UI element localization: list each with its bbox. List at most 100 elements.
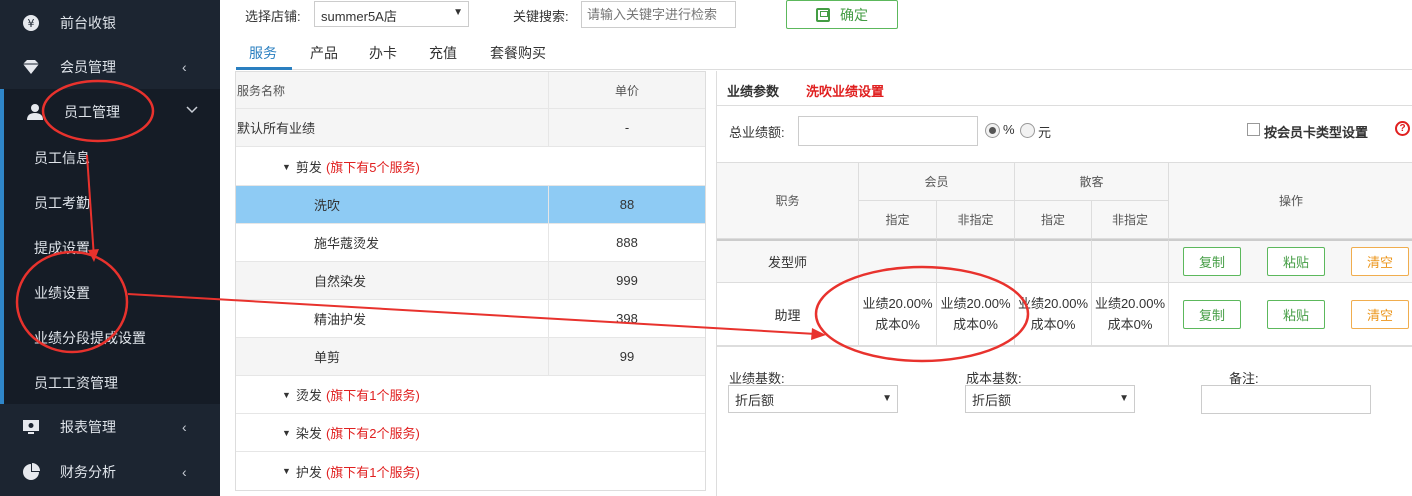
diamond-icon [22,58,40,76]
paste-button[interactable]: 粘贴 [1267,300,1325,329]
row-name: 单剪 [236,338,549,375]
group-name: 染发 [295,426,322,441]
cell-empty[interactable] [1015,239,1092,283]
tab-package[interactable]: 套餐购买 [490,43,546,63]
row-price: 99 [619,349,635,364]
by-card-checkbox[interactable] [1247,123,1260,136]
table-row[interactable]: 自然染发 999 [236,262,705,300]
user-icon [26,103,44,121]
perf-cell[interactable]: 业绩20.00% 成本0% [1092,283,1169,346]
group-row-perm[interactable]: ▼ 烫发 (旗下有1个服务) [236,376,705,414]
table-header: 服务名称 单价 [236,72,705,109]
caret-down-icon: ▼ [282,389,291,400]
submenu-performance[interactable]: 业绩设置 [34,283,90,303]
tab-service[interactable]: 服务 [249,43,277,63]
service-table: 服务名称 单价 默认所有业绩 - ▼ 剪发 (旗下有5个服务) 洗吹 88 施华… [235,71,706,491]
paste-button[interactable]: 粘贴 [1267,247,1325,276]
search-label: 关键搜索: [513,9,569,24]
submenu-tiered-commission[interactable]: 业绩分段提成设置 [34,328,146,348]
table-row[interactable]: 精油护发 398 [236,300,705,338]
cost-base-value: 折后额 [972,393,1012,408]
cost-base-select[interactable]: 折后额 ▼ [965,385,1135,413]
yen-icon: ¥ [22,14,40,32]
clear-button[interactable]: 清空 [1351,300,1409,329]
header-guest-unassigned: 非指定 [1092,201,1169,239]
confirm-button[interactable]: 确定 [786,0,898,29]
perf-cell[interactable]: 业绩20.00% 成本0% [859,283,937,346]
header-ops: 操作 [1169,163,1412,239]
perf-cell[interactable]: 业绩20.00% 成本0% [937,283,1015,346]
tab-recharge[interactable]: 充值 [429,43,457,63]
table-row[interactable]: 洗吹 88 [236,186,705,224]
group-count: (旗下有2个服务) [325,426,420,441]
perf-value: 业绩20.00% [1094,296,1166,311]
sidebar-item-label: 财务分析 [60,463,116,480]
panel-title: 业绩参数 [727,84,780,99]
row-price: 999 [616,273,638,288]
tab-active-indicator [236,67,292,70]
group-count: (旗下有1个服务) [325,464,420,480]
copy-button[interactable]: 复制 [1183,247,1241,276]
total-input[interactable] [798,116,978,146]
role-stylist: 发型师 [717,239,859,283]
row-price: - [624,120,630,135]
cell-empty[interactable] [937,239,1015,283]
sidebar-item-label: 前台收银 [60,14,116,31]
perf-base-select[interactable]: 折后额 ▼ [728,385,898,413]
tab-product[interactable]: 产品 [310,43,338,63]
perf-base-value: 折后额 [735,393,775,408]
divider [717,105,1412,106]
sidebar-item-finance[interactable]: 财务分析 ‹ [0,449,220,494]
header-role: 职务 [717,163,859,239]
confirm-label: 确定 [840,6,868,23]
tab-card[interactable]: 办卡 [369,43,397,63]
store-select-value: summer5A店 [321,9,397,24]
sidebar-item-cashier[interactable]: ¥ 前台收银 [0,0,220,45]
chevron-left-icon: ‹ [182,58,187,75]
header-guest-assigned: 指定 [1015,201,1092,239]
perf-value: 业绩20.00% [940,296,1011,311]
submenu-payroll[interactable]: 员工工资管理 [34,373,118,393]
sidebar-item-reports[interactable]: 报表管理 ‹ [0,404,220,449]
help-icon[interactable]: ? [1395,121,1410,136]
caret-down-icon: ▼ [282,161,291,172]
staff-submenu [0,89,220,404]
sidebar-item-label: 会员管理 [60,58,116,75]
sidebar-item-staff[interactable]: 员工管理 [0,89,220,134]
perf-cell[interactable]: 业绩20.00% 成本0% [1015,283,1092,346]
sidebar-item-label: 报表管理 [60,418,116,435]
table-row[interactable]: 默认所有业绩 - [236,109,705,147]
row-name: 默认所有业绩 [236,109,549,146]
cell-empty[interactable] [1092,239,1169,283]
cell-empty[interactable] [859,239,937,283]
table-row[interactable]: 施华蔻烫发 888 [236,224,705,262]
total-label: 总业绩额: [729,125,785,140]
svg-text:¥: ¥ [28,17,35,30]
search-input[interactable] [581,1,736,28]
store-label: 选择店铺: [245,9,301,24]
table-row[interactable]: 单剪 99 [236,338,705,376]
sidebar: ¥ 前台收银 会员管理 ‹ 员工管理 员工信息 员工考勤 提成设置 业绩设置 业… [0,0,220,496]
caret-down-icon: ▼ [453,7,463,18]
submenu-attendance[interactable]: 员工考勤 [34,193,90,213]
group-row-haircut[interactable]: ▼ 剪发 (旗下有5个服务) [236,148,705,186]
group-row-care[interactable]: ▼ 护发 (旗下有1个服务) [236,452,705,490]
submenu-staff-info[interactable]: 员工信息 [34,148,90,168]
sidebar-item-members[interactable]: 会员管理 ‹ [0,44,220,89]
sidebar-item-label: 员工管理 [64,103,120,120]
submenu-commission[interactable]: 提成设置 [34,238,90,258]
clear-button[interactable]: 清空 [1351,247,1409,276]
header-service-name: 服务名称 [236,72,549,108]
role-grid: 职务 会员 散客 操作 指定 非指定 指定 非指定 发型师 助理 业绩20.00… [717,162,1412,347]
note-input[interactable] [1201,385,1371,414]
header-guest: 散客 [1015,163,1169,201]
cost-value: 成本0% [953,317,998,332]
yuan-radio[interactable] [1020,123,1035,138]
row-price: 88 [619,197,635,212]
copy-button[interactable]: 复制 [1183,300,1241,329]
group-row-dye[interactable]: ▼ 染发 (旗下有2个服务) [236,414,705,452]
percent-radio[interactable] [985,123,1000,138]
category-tabs: 服务 产品 办卡 充值 套餐购买 [236,40,1412,70]
row-name: 自然染发 [236,262,549,299]
store-select[interactable]: summer5A店 ▼ [314,1,469,27]
